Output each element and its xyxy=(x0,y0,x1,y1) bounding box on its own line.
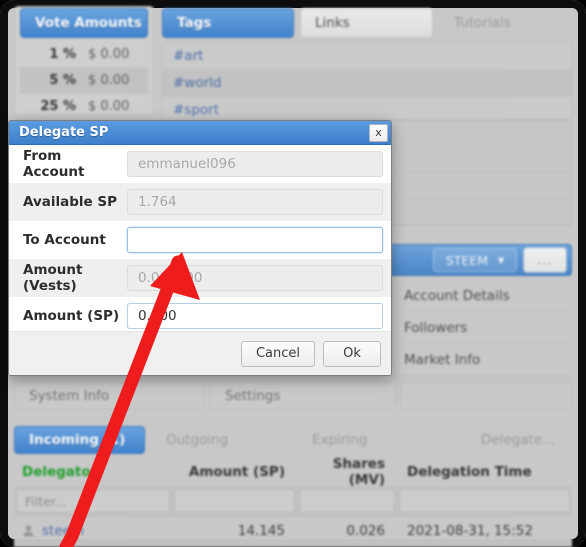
currency-select[interactable]: STEEM ▼ xyxy=(433,248,517,272)
filter-input-time[interactable] xyxy=(399,489,570,513)
input-to-account[interactable] xyxy=(127,227,383,253)
vote-row: 5 % $ 0.00 xyxy=(20,68,148,94)
tab-tags-label: Tags xyxy=(177,15,212,31)
tag-list: #art #world #sport xyxy=(162,42,572,120)
tab-tutorials-label: Tutorials xyxy=(454,15,511,31)
tag-label: #art xyxy=(173,48,204,64)
tab-incoming[interactable]: Incoming (1) xyxy=(14,426,145,454)
dialog-footer: Cancel Ok xyxy=(9,331,391,375)
input-amount-vests[interactable]: 0.000000 xyxy=(127,265,383,291)
input-from-account[interactable]: emmanuel096 xyxy=(127,151,383,177)
more-options-button[interactable]: ... xyxy=(523,247,567,273)
tab-system-info[interactable]: System Info xyxy=(14,382,204,410)
label-amount-sp: Amount (SP) xyxy=(23,308,120,324)
table-header-row: Delegator Amount (SP) Shares (MV) Delega… xyxy=(14,456,572,488)
delegation-table: Delegator Amount (SP) Shares (MV) Delega… xyxy=(14,456,572,547)
secondary-tab-bar: System Info Settings xyxy=(14,382,572,410)
delegator-name[interactable]: steem xyxy=(42,523,84,539)
table-row[interactable]: steem 14.145 0.026 2021-08-31, 15:52 xyxy=(14,516,572,544)
label-available-sp: Available SP xyxy=(23,194,118,210)
cancel-button-label: Cancel xyxy=(255,346,300,361)
vote-amount: $ 0.00 xyxy=(88,73,130,88)
cell-amount-sp: 14.145 xyxy=(237,522,285,539)
cell-delegator: steem xyxy=(14,523,172,539)
ok-button-label: Ok xyxy=(343,346,361,361)
tab-outgoing-label: Outgoing xyxy=(166,432,229,448)
vote-percent: 1 % xyxy=(49,47,76,62)
screenshot-frame: Vote Amounts 1 % $ 0.00 5 % $ 0.00 25 % … xyxy=(0,0,586,547)
tab-expiring[interactable]: Expiring xyxy=(297,426,437,454)
menu-item-label: Followers xyxy=(404,319,468,336)
cell-shares-mv: 0.026 xyxy=(346,522,385,539)
tag-list-item[interactable]: #world xyxy=(163,70,571,97)
vote-percent: 25 % xyxy=(40,99,76,114)
tab-outgoing[interactable]: Outgoing xyxy=(151,426,291,454)
delegate-sp-dialog: Delegate SP x From Account emmanuel096 A… xyxy=(8,120,392,376)
cancel-button[interactable]: Cancel xyxy=(240,340,315,367)
vote-amount: $ 0.00 xyxy=(88,99,130,114)
tab-tags[interactable]: Tags xyxy=(162,8,294,38)
menu-item-market-info[interactable]: Market Info xyxy=(390,344,572,376)
menu-item-label: Market Info xyxy=(404,351,481,368)
delegation-tab-bar: Incoming (1) Outgoing Expiring Delegate.… xyxy=(14,426,572,454)
menu-item-followers[interactable]: Followers xyxy=(390,312,572,344)
field-row-from-account: From Account emmanuel096 xyxy=(9,145,391,183)
tab-incoming-label: Incoming (1) xyxy=(29,432,126,448)
currency-select-label: STEEM xyxy=(445,252,488,268)
tag-label: #sport xyxy=(173,102,220,118)
content-tab-bar: Tags Links Tutorials xyxy=(162,8,572,38)
vote-row: 1 % $ 0.00 xyxy=(20,42,148,68)
label-from-account: From Account xyxy=(23,148,85,180)
input-available-sp[interactable]: 1.764 xyxy=(127,189,383,215)
vote-amount: $ 0.00 xyxy=(88,47,130,62)
tab-system-info-label: System Info xyxy=(29,388,110,404)
tab-settings[interactable]: Settings xyxy=(210,382,395,410)
field-row-to-account: To Account xyxy=(9,221,391,259)
cell-delegation-time: 2021-08-31, 15:52 xyxy=(407,522,533,539)
dialog-title: Delegate SP xyxy=(19,125,109,140)
dialog-title-bar[interactable]: Delegate SP x xyxy=(9,121,391,145)
tag-list-item[interactable]: #art xyxy=(163,43,571,70)
tab-delegate[interactable]: Delegate... xyxy=(443,426,572,454)
table-filter-row: Filter... xyxy=(14,486,572,516)
tab-bar-filler xyxy=(401,382,572,410)
tab-expiring-label: Expiring xyxy=(312,432,368,448)
menu-item-label: Account Details xyxy=(404,287,510,304)
input-amount-sp[interactable]: 0.000 xyxy=(127,303,383,329)
menu-item-account-details[interactable]: Account Details xyxy=(390,280,572,312)
label-amount-vests: Amount (Vests) xyxy=(23,262,83,294)
more-options-label: ... xyxy=(537,253,553,267)
field-row-amount-vests: Amount (Vests) 0.000000 xyxy=(9,259,391,297)
tab-delegate-label: Delegate... xyxy=(480,432,555,448)
ok-button[interactable]: Ok xyxy=(323,340,381,367)
filter-input-shares[interactable] xyxy=(299,489,395,513)
column-header-delegator[interactable]: Delegator xyxy=(14,464,172,480)
tab-links-label: Links xyxy=(315,15,350,31)
column-header-shares-mv[interactable]: Shares (MV) xyxy=(297,456,397,488)
filter-input-delegator[interactable]: Filter... xyxy=(16,489,170,513)
field-row-available-sp: Available SP 1.764 xyxy=(9,183,391,221)
column-header-delegation-time[interactable]: Delegation Time xyxy=(397,464,572,480)
tag-list-item[interactable]: #sport xyxy=(163,97,571,119)
close-label: x xyxy=(375,126,382,139)
vote-row: 25 % $ 0.00 xyxy=(20,94,148,120)
column-header-amount-sp[interactable]: Amount (SP) xyxy=(172,464,297,480)
label-to-account: To Account xyxy=(23,232,106,248)
tag-label: #world xyxy=(173,75,222,91)
tab-settings-label: Settings xyxy=(225,388,281,404)
close-icon[interactable]: x xyxy=(369,123,388,142)
tab-tutorials[interactable]: Tutorials xyxy=(439,8,572,38)
tab-vote-amounts[interactable]: Vote Amounts xyxy=(20,8,148,38)
vote-percent: 5 % xyxy=(49,73,76,88)
user-avatar-icon xyxy=(23,525,34,537)
chevron-down-icon: ▼ xyxy=(498,255,505,265)
tab-vote-amounts-label: Vote Amounts xyxy=(35,15,142,31)
filter-input-amount[interactable] xyxy=(174,489,295,513)
field-row-amount-sp: Amount (SP) 0.000 xyxy=(9,297,391,335)
tab-links[interactable]: Links xyxy=(300,8,433,38)
